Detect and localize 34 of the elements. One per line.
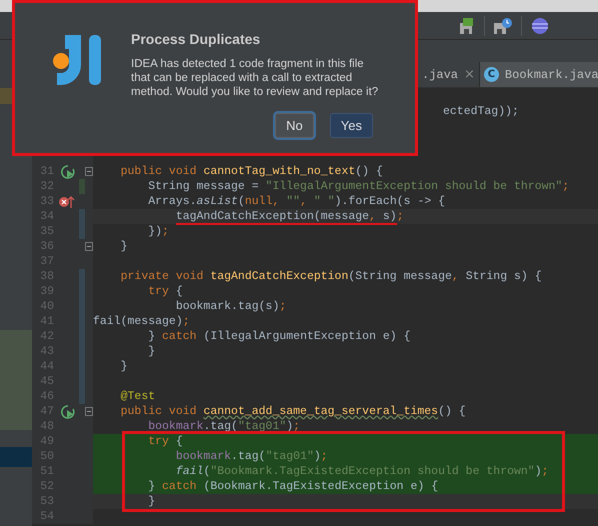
- code-line: Arrays.asList(null, "", " ").forEach(s -> {: [147, 194, 446, 209]
- globe-icon[interactable]: [530, 16, 550, 36]
- code-line: @Test: [120, 389, 156, 404]
- tab-label: .java: [422, 68, 458, 82]
- dialog-button[interactable]: Yes: [330, 113, 373, 138]
- code-line: fail(message);: [93, 314, 191, 329]
- code-line: try {: [147, 284, 184, 299]
- dialog-title: Process Duplicates: [131, 31, 262, 47]
- code-line: ectedTag));: [443, 104, 519, 119]
- code-line: public void cannotTag_with_no_text() {: [120, 164, 384, 179]
- code-line: bookmark.tag(s);: [174, 299, 288, 314]
- class-icon: C: [484, 67, 499, 82]
- code-line: private void tagAndCatchException(String message, String s) {: [120, 269, 543, 284]
- code-line: } catch (IllegalArgumentException e) {: [147, 329, 412, 344]
- run-icon[interactable]: [58, 404, 74, 419]
- error-icon[interactable]: [58, 194, 75, 209]
- code-line: });: [147, 224, 170, 239]
- run-icon[interactable]: [58, 164, 74, 179]
- save-icon[interactable]: [458, 16, 476, 34]
- fold-icon[interactable]: [85, 404, 93, 419]
- code-line: bookmark.tag("tag01");: [147, 419, 302, 434]
- fold-icon[interactable]: [85, 164, 93, 179]
- history-icon[interactable]: [493, 16, 513, 34]
- code-line: }: [120, 359, 129, 374]
- code-line: String message = "IllegalArgumentException should be thrown";: [147, 179, 570, 194]
- code-line: }: [147, 344, 156, 359]
- close-icon[interactable]: ×: [464, 67, 475, 82]
- fold-icon[interactable]: [85, 239, 93, 254]
- dialog-button[interactable]: No: [275, 113, 314, 138]
- dialog-message: IDEA has detected 1 code fragment in this file that can be replaced with a call to extracted method. Would you like to review and replace it?: [131, 57, 380, 99]
- code-line: public void cannot_add_same_tag_serveral_times() {: [120, 404, 467, 419]
- code-line: }: [120, 239, 129, 254]
- tab-label: Bookmark.java: [504, 68, 598, 82]
- editor-tab[interactable]: C Bookmark.java: [480, 62, 598, 87]
